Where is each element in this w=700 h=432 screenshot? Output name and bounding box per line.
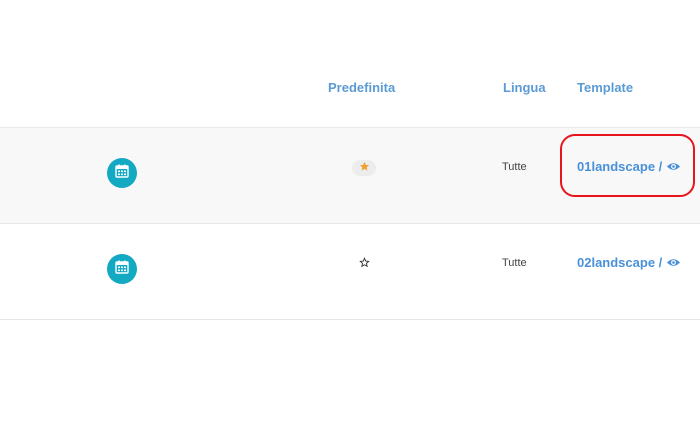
star-filled-icon [359, 159, 370, 177]
set-default-button[interactable] [352, 256, 376, 272]
table-row: Tutte 02landscape / [0, 224, 700, 320]
star-outline-icon [358, 255, 370, 273]
table-row: Tutte 01landscape / [0, 128, 700, 224]
templates-table: Predefinita Lingua Template Tutte 01land… [0, 0, 700, 432]
column-header-template[interactable]: Template [577, 80, 633, 95]
language-value: Tutte [502, 161, 527, 173]
calendar-icon [115, 260, 129, 279]
eye-icon[interactable] [666, 257, 681, 268]
calendar-button[interactable] [107, 158, 137, 188]
eye-icon[interactable] [666, 161, 681, 172]
calendar-button[interactable] [107, 254, 137, 284]
column-header-language[interactable]: Lingua [503, 80, 546, 95]
template-cell: 01landscape / [577, 159, 681, 174]
row-divider [0, 319, 700, 320]
set-default-button[interactable] [352, 160, 376, 176]
language-value: Tutte [502, 257, 527, 269]
calendar-icon [115, 164, 129, 183]
template-cell: 02landscape / [577, 255, 681, 270]
template-link[interactable]: 02landscape / [577, 255, 662, 270]
column-header-default[interactable]: Predefinita [328, 80, 395, 95]
template-link[interactable]: 01landscape / [577, 159, 662, 174]
